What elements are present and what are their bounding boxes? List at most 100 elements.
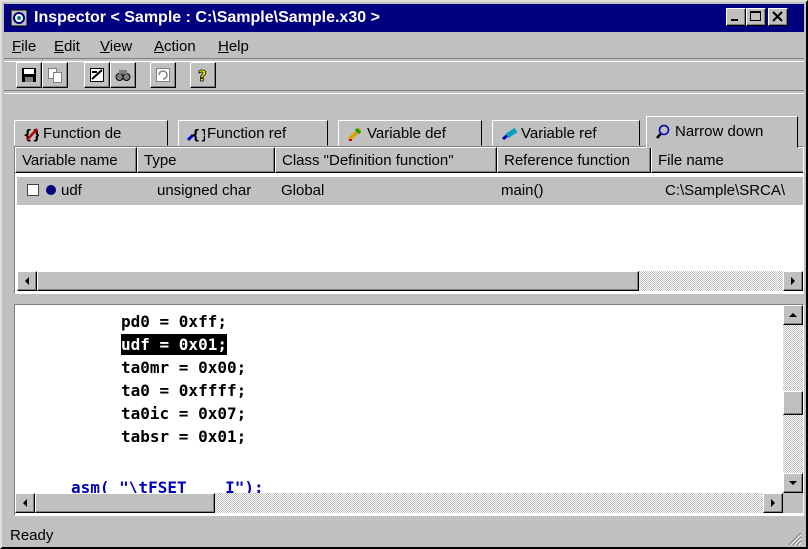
column-header-class[interactable]: Class "Definition function" xyxy=(275,147,497,173)
title-bar[interactable]: Inspector < Sample : C:\Sample\Sample.x3… xyxy=(4,4,804,32)
menu-help[interactable]: Help xyxy=(218,38,249,55)
list-horizontal-scrollbar[interactable] xyxy=(17,271,803,291)
menu-edit[interactable]: Edit xyxy=(54,38,80,55)
maximize-button[interactable] xyxy=(746,8,766,26)
column-header-variable-name[interactable]: Variable name xyxy=(15,147,137,173)
code-hscroll-track[interactable] xyxy=(215,493,763,513)
arrow-left-icon xyxy=(25,277,29,285)
tab-variable-def[interactable]: Variable def xyxy=(338,120,482,146)
tab-variable-def-label: Variable def xyxy=(367,125,446,142)
arrow-down-icon xyxy=(789,481,797,485)
menu-bar: File Edit View Action Help xyxy=(4,34,804,58)
window-title: Inspector < Sample : C:\Sample\Sample.x3… xyxy=(34,9,380,26)
function-ref-icon: {} xyxy=(187,128,205,142)
cell-class: Global xyxy=(281,182,325,199)
svg-text:?: ? xyxy=(198,67,207,83)
cell-type: unsigned char xyxy=(157,182,252,199)
arrow-up-icon xyxy=(789,313,797,317)
minimize-icon xyxy=(731,19,738,21)
menu-edit-label: Edit xyxy=(54,38,80,55)
maximize-icon xyxy=(750,11,761,21)
tab-function-def-label: Function de xyxy=(43,125,122,142)
inspector-window: Inspector < Sample : C:\Sample\Sample.x3… xyxy=(0,0,808,549)
tab-function-ref[interactable]: {} Function ref xyxy=(178,120,328,146)
code-line[interactable]: ta0mr = 0x00; xyxy=(121,357,246,378)
variable-list: Variable name Type Class "Definition fun… xyxy=(14,146,804,294)
code-line[interactable]: ta0 = 0xffff; xyxy=(121,380,246,401)
cell-file-name: C:\Sample\SRCA\ xyxy=(665,182,786,199)
source-code-view[interactable]: pd0 = 0xff; udf = 0x01; ta0mr = 0x00; ta… xyxy=(14,304,804,516)
status-bar: Ready xyxy=(4,522,804,548)
code-line[interactable]: ta0ic = 0x07; xyxy=(121,403,246,424)
copy-button[interactable] xyxy=(42,62,68,88)
column-header-type[interactable]: Type xyxy=(137,147,275,173)
svg-text:{}: {} xyxy=(191,128,205,142)
close-button[interactable] xyxy=(768,8,788,26)
menu-file[interactable]: File xyxy=(12,38,36,55)
column-header-reference-function[interactable]: Reference function xyxy=(497,147,651,173)
tab-function-def[interactable]: {} Function de xyxy=(14,120,168,146)
tab-function-ref-label: Function ref xyxy=(207,125,287,142)
column-header-reference-function-label: Reference function xyxy=(504,152,630,169)
status-text: Ready xyxy=(10,527,54,544)
variable-ref-icon xyxy=(502,127,518,141)
column-header-file-name-label: File name xyxy=(658,152,724,169)
tab-narrow-down-label: Narrow down xyxy=(675,123,764,140)
save-icon xyxy=(22,68,36,82)
function-def-icon: {} xyxy=(23,128,39,142)
code-scroll-thumb[interactable] xyxy=(783,391,803,415)
tab-variable-ref[interactable]: Variable ref xyxy=(492,120,640,146)
menu-view[interactable]: View xyxy=(100,38,132,55)
resize-grip-icon[interactable] xyxy=(788,532,802,546)
menu-file-label: File xyxy=(12,38,37,55)
variable-def-icon xyxy=(347,127,362,142)
properties-button[interactable] xyxy=(84,62,110,88)
code-vertical-scrollbar[interactable] xyxy=(783,305,803,493)
menu-help-label: Help xyxy=(218,38,249,55)
find-button[interactable] xyxy=(110,62,136,88)
code-scroll-right-button[interactable] xyxy=(763,493,783,513)
refresh-icon xyxy=(156,68,170,82)
panel-splitter[interactable] xyxy=(4,296,804,302)
arrow-left-icon xyxy=(23,499,27,507)
list-scroll-track[interactable] xyxy=(639,271,783,291)
menu-action[interactable]: Action xyxy=(154,38,196,55)
scroll-up-button[interactable] xyxy=(783,305,803,325)
properties-icon xyxy=(90,68,104,82)
list-scroll-thumb[interactable] xyxy=(37,271,639,291)
arrow-right-icon xyxy=(771,499,775,507)
refresh-button[interactable] xyxy=(150,62,176,88)
scroll-down-button[interactable] xyxy=(783,473,803,493)
code-hscroll-thumb[interactable] xyxy=(35,493,215,513)
row-checkbox[interactable] xyxy=(27,184,39,196)
code-line[interactable]: tabsr = 0x01; xyxy=(121,426,246,447)
tab-variable-ref-label: Variable ref xyxy=(521,125,597,142)
code-horizontal-scrollbar[interactable] xyxy=(15,493,783,513)
table-row[interactable]: udf unsigned char Global main() C:\Sampl… xyxy=(17,177,803,205)
code-line[interactable]: pd0 = 0xff; xyxy=(121,311,227,332)
code-line-selected[interactable]: udf = 0x01; xyxy=(121,334,227,355)
save-button[interactable] xyxy=(16,62,42,88)
find-icon xyxy=(115,70,131,81)
help-button[interactable]: ? xyxy=(190,62,216,88)
code-scroll-left-button[interactable] xyxy=(15,493,35,513)
menu-action-label: Action xyxy=(154,38,196,55)
copy-icon xyxy=(48,68,62,83)
menu-view-label: View xyxy=(100,38,133,55)
app-icon xyxy=(10,9,28,27)
scroll-left-button[interactable] xyxy=(17,271,37,291)
column-header-file-name[interactable]: File name xyxy=(651,147,803,173)
column-header-type-label: Type xyxy=(144,152,177,169)
magnifier-icon xyxy=(656,124,670,139)
variable-bullet-icon xyxy=(46,185,56,195)
help-icon: ? xyxy=(198,67,208,83)
column-header-class-label: Class "Definition function" xyxy=(282,152,454,169)
column-header-variable-name-label: Variable name xyxy=(22,152,118,169)
scroll-corner xyxy=(783,493,803,513)
tab-narrow-down[interactable]: Narrow down xyxy=(646,116,798,148)
scroll-right-button[interactable] xyxy=(783,271,803,291)
cell-variable-name: udf xyxy=(61,182,82,199)
minimize-button[interactable] xyxy=(726,8,746,26)
close-icon xyxy=(772,11,783,22)
arrow-right-icon xyxy=(791,277,795,285)
